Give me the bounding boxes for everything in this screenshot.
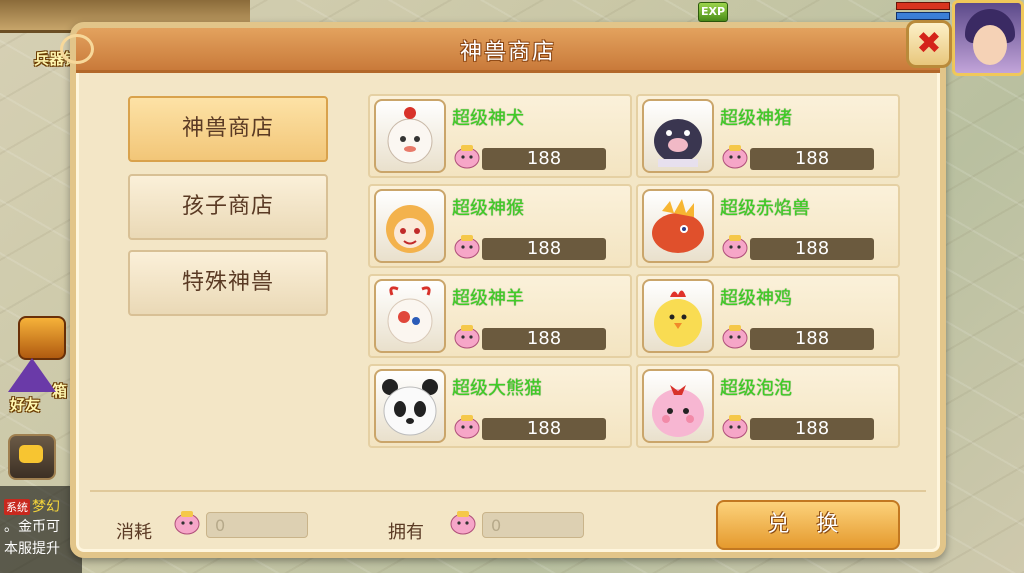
footer-divider	[90, 490, 926, 492]
beast-shop-dialog: 神兽商店 ✖ 神兽商店 孩子商店 特殊神兽 超级神犬 188 超级神猪 188	[60, 20, 952, 558]
item-price: 188	[750, 238, 874, 260]
chicken-icon	[642, 279, 714, 353]
item-name: 超级神猪	[720, 108, 792, 129]
treasure-chest-icon[interactable]	[18, 316, 66, 360]
chat-sender: 梦幻	[32, 499, 60, 515]
item-card[interactable]: 超级大熊猫 188	[368, 364, 632, 448]
item-card[interactable]: 超级神犬 188	[368, 94, 632, 178]
cost-value: 0	[206, 512, 308, 538]
pink-pig-coin-icon	[454, 325, 480, 349]
item-price: 188	[750, 418, 874, 440]
pink-pig-coin-icon	[722, 325, 748, 349]
left-hud: 箱 好友 系统 梦幻 。金币可 本服提升	[0, 300, 82, 573]
own-value: 0	[482, 512, 584, 538]
pink-pig-coin-icon	[454, 235, 480, 259]
pink-pig-coin-icon	[450, 511, 476, 535]
chat-bubble-icon	[19, 445, 43, 463]
tab-child-shop[interactable]: 孩子商店	[128, 174, 328, 240]
title-bar: 神兽商店	[60, 28, 940, 73]
mp-bar	[896, 12, 950, 20]
monkey-icon	[374, 189, 446, 263]
item-card[interactable]: 超级神鸡 188	[636, 274, 900, 358]
item-price: 188	[750, 328, 874, 350]
system-tag: 系统	[4, 499, 30, 515]
dialog-title: 神兽商店	[459, 40, 556, 65]
pink-pig-coin-icon	[722, 145, 748, 169]
item-card[interactable]: 超级神羊 188	[368, 274, 632, 358]
chat-line: 。金币可	[4, 519, 60, 535]
item-name: 超级赤焰兽	[720, 198, 810, 219]
item-card[interactable]: 超级赤焰兽 188	[636, 184, 900, 268]
cost-label: 消耗	[116, 522, 152, 543]
black-pig-icon	[642, 99, 714, 173]
friend-hat-icon[interactable]	[8, 358, 56, 392]
chat-line: 系统 梦幻	[4, 496, 60, 516]
chat-line: 本服提升	[4, 541, 60, 557]
hp-bar	[896, 2, 950, 10]
item-price: 188	[482, 418, 606, 440]
pink-pig-coin-icon	[722, 415, 748, 439]
pink-bubble-icon	[642, 369, 714, 443]
avatar-face	[973, 25, 1007, 65]
item-price: 188	[482, 238, 606, 260]
panda-icon	[374, 369, 446, 443]
item-name: 超级神羊	[452, 288, 524, 309]
close-button[interactable]: ✖	[906, 20, 952, 68]
pink-pig-coin-icon	[454, 145, 480, 169]
exchange-button[interactable]: 兑 换	[716, 500, 900, 550]
pink-pig-coin-icon	[454, 415, 480, 439]
own-label: 拥有	[388, 522, 424, 543]
item-name: 超级神鸡	[720, 288, 792, 309]
item-card[interactable]: 超级神猴 188	[368, 184, 632, 268]
tab-special-beast[interactable]: 特殊神兽	[128, 250, 328, 316]
item-name: 超级泡泡	[720, 378, 792, 399]
item-name: 超级神犬	[452, 108, 524, 129]
item-price: 188	[750, 148, 874, 170]
close-icon: ✖	[916, 26, 942, 61]
tab-beast-shop[interactable]: 神兽商店	[128, 96, 328, 162]
item-name: 超级神猴	[452, 198, 524, 219]
item-card[interactable]: 超级泡泡 188	[636, 364, 900, 448]
red-flame-beast-icon	[642, 189, 714, 263]
chat-button[interactable]	[8, 434, 56, 480]
player-avatar[interactable]	[952, 0, 1024, 76]
item-name: 超级大熊猫	[452, 378, 542, 399]
item-grid: 超级神犬 188 超级神猪 188 超级神猴 188 超级赤焰兽 188 超级神…	[368, 94, 902, 450]
friend-label[interactable]: 好友	[10, 394, 40, 415]
white-lion-dog-icon	[374, 99, 446, 173]
item-card[interactable]: 超级神猪 188	[636, 94, 900, 178]
item-price: 188	[482, 148, 606, 170]
pink-pig-coin-icon	[174, 511, 200, 535]
exp-badge: EXP	[698, 2, 728, 22]
sheep-icon	[374, 279, 446, 353]
item-price: 188	[482, 328, 606, 350]
pink-pig-coin-icon	[722, 235, 748, 259]
